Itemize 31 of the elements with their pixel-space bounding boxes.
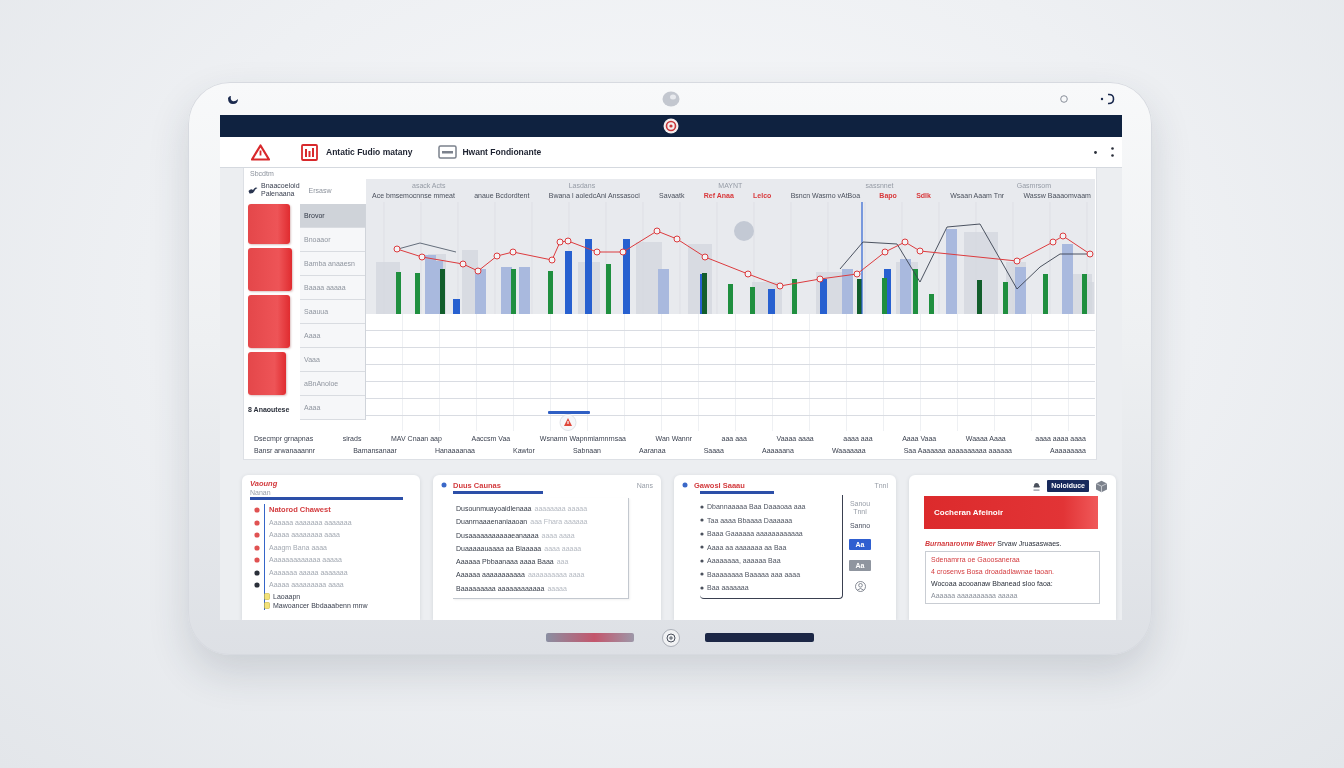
scroll-handle[interactable] (548, 411, 590, 414)
cloud-icon (1032, 480, 1042, 492)
bullet-icon (441, 482, 447, 488)
bullet-icon (700, 585, 704, 590)
user-icon (854, 581, 866, 592)
more-icon[interactable] (1111, 147, 1114, 157)
camera-icon (662, 90, 680, 107)
cube-icon (1095, 479, 1108, 493)
logo-icon (663, 118, 679, 134)
accent-tile[interactable] (248, 204, 290, 244)
sensor-icon (1060, 94, 1068, 103)
power-icon (1100, 91, 1116, 106)
dot-icon (1094, 150, 1097, 154)
card-icon[interactable] (438, 145, 458, 159)
home-button-icon[interactable] (662, 628, 680, 647)
section-title: Hwant Fondionante (462, 147, 542, 157)
bar-chart-icon[interactable] (301, 143, 318, 161)
bird-icon (248, 185, 258, 195)
accent-tile[interactable] (248, 352, 286, 395)
app-title: Antatic Fudio matany (326, 147, 413, 157)
bullet-icon (700, 572, 704, 577)
accent-tile[interactable] (248, 248, 292, 291)
warning-icon[interactable] (251, 143, 270, 161)
bullet-icon (682, 482, 688, 488)
bullet-icon (700, 504, 704, 509)
accent-tile[interactable] (248, 295, 290, 348)
bullet-icon (700, 545, 704, 550)
bullet-icon (700, 558, 704, 563)
bullet-icon (700, 531, 704, 536)
bullet-icon (700, 518, 704, 523)
alert-banner: Cocheran Afeinoir (924, 496, 1098, 529)
